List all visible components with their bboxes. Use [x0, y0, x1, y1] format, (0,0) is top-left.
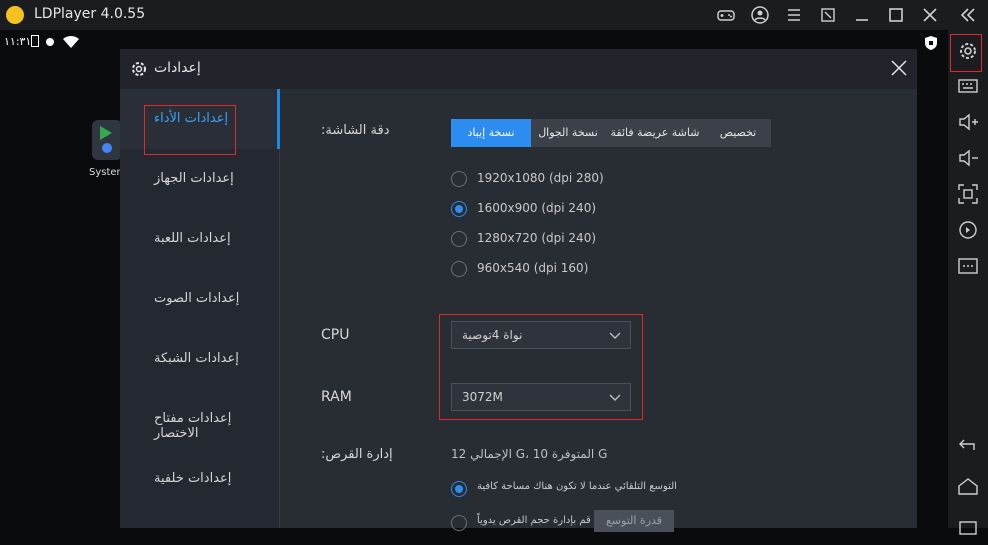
- settings-dialog: إعدادات إعدادات الأداء إعدادات الجهاز إع…: [120, 49, 917, 532]
- maximize-icon[interactable]: [886, 5, 906, 25]
- sidebar-item-label: إعدادات مفتاح الاختصار: [154, 411, 232, 441]
- sidebar-item-label: إعدادات خلفية: [154, 471, 232, 486]
- tab-custom[interactable]: تخصيص: [705, 119, 771, 147]
- volume-down-icon[interactable]: [956, 146, 980, 170]
- radio-button[interactable]: [451, 261, 467, 277]
- home-icon[interactable]: [956, 474, 980, 498]
- volume-up-icon[interactable]: [956, 110, 980, 134]
- resolution-label: :دقة الشاشة: [321, 123, 390, 138]
- tab-phone-version[interactable]: نسخة الجوال: [531, 119, 605, 147]
- resolution-option-text: 1280x720 (dpi 240): [477, 231, 597, 245]
- back-icon[interactable]: [956, 432, 980, 456]
- dialog-header: إعدادات: [120, 49, 917, 89]
- title-bar: LDPlayer 4.0.55: [0, 0, 988, 30]
- expand-disk-button[interactable]: قدرة التوسع: [594, 510, 674, 532]
- status-time: ١١:٣١: [4, 35, 32, 48]
- disk-label: :إدارة القرص: [321, 447, 393, 462]
- resolution-option-text: 1920x1080 (dpi 280): [477, 171, 604, 185]
- gamepad-icon[interactable]: [716, 5, 736, 25]
- dialog-title: إعدادات: [154, 60, 201, 76]
- dialog-close-icon[interactable]: [890, 59, 908, 77]
- settings-content: :دقة الشاشة نسخة إيباد نسخة الجوال شاشة …: [281, 89, 917, 532]
- gear-icon: [130, 60, 148, 78]
- app-title: LDPlayer 4.0.55: [34, 6, 146, 22]
- account-icon[interactable]: [750, 5, 770, 25]
- desktop-app-icon[interactable]: [92, 120, 122, 160]
- rotate-icon[interactable]: [956, 218, 980, 242]
- more-icon[interactable]: [956, 254, 980, 278]
- recent-apps-icon[interactable]: [956, 514, 980, 538]
- shrink-window-icon[interactable]: [818, 5, 838, 25]
- right-toolbar: [948, 30, 988, 535]
- radio-button[interactable]: [451, 171, 467, 187]
- wifi-icon: [62, 35, 80, 52]
- sidebar-item-label: إعدادات الشبكة: [154, 351, 239, 366]
- tab-ultrawide[interactable]: شاشة عريضة فائقة: [605, 119, 705, 147]
- sidebar-item-device[interactable]: إعدادات الجهاز: [120, 149, 280, 209]
- resolution-option-text: 960x540 (dpi 160): [477, 261, 589, 275]
- radio-button[interactable]: [451, 231, 467, 247]
- highlight-cpu-ram: [439, 314, 643, 420]
- radio-button-checked[interactable]: [451, 201, 467, 217]
- sidebar-item-label: إعدادات الجهاز: [154, 171, 234, 186]
- disk-option-text: التوسع التلقائي عندما لا تكون هناك مساحة…: [477, 481, 677, 492]
- menu-icon[interactable]: [784, 5, 804, 25]
- highlight-performance-item: [144, 105, 236, 155]
- radio-button[interactable]: [451, 515, 467, 531]
- settings-sidebar: إعدادات الأداء إعدادات الجهاز إعدادات ال…: [120, 89, 280, 528]
- tab-ipad-version[interactable]: نسخة إيباد: [451, 119, 531, 147]
- highlight-settings-button: [950, 34, 982, 72]
- sidebar-item-audio[interactable]: إعدادات الصوت: [120, 269, 280, 329]
- ldplayer-logo-icon: [6, 6, 24, 24]
- notification-dot-icon: [46, 38, 54, 46]
- disk-option-text: قم بإدارة حجم القرص يدوياً: [477, 515, 591, 526]
- keyboard-icon[interactable]: [956, 74, 980, 98]
- radio-button-checked[interactable]: [451, 481, 467, 497]
- shield-icon: [924, 35, 938, 54]
- collapse-toolbar-icon[interactable]: [958, 5, 978, 25]
- sidebar-item-label: إعدادات اللعبة: [154, 231, 231, 246]
- sidebar-item-shortcut[interactable]: إعدادات مفتاح الاختصار: [120, 389, 280, 449]
- close-icon[interactable]: [920, 5, 940, 25]
- sidebar-item-label: إعدادات الصوت: [154, 291, 240, 306]
- ram-label: RAM: [321, 389, 352, 405]
- sidebar-item-network[interactable]: إعدادات الشبكة: [120, 329, 280, 389]
- sidebar-item-game[interactable]: إعدادات اللعبة: [120, 209, 280, 269]
- cpu-label: CPU: [321, 327, 350, 343]
- sidebar-item-background[interactable]: إعدادات خلفية: [120, 449, 280, 509]
- fullscreen-icon[interactable]: [956, 182, 980, 206]
- resolution-option-text: 1600x900 (dpi 240): [477, 201, 597, 215]
- battery-icon: [31, 35, 39, 47]
- disk-info: 12 الإجمالي G، 10 المتوفرة G: [451, 447, 608, 461]
- minimize-icon[interactable]: [852, 5, 872, 25]
